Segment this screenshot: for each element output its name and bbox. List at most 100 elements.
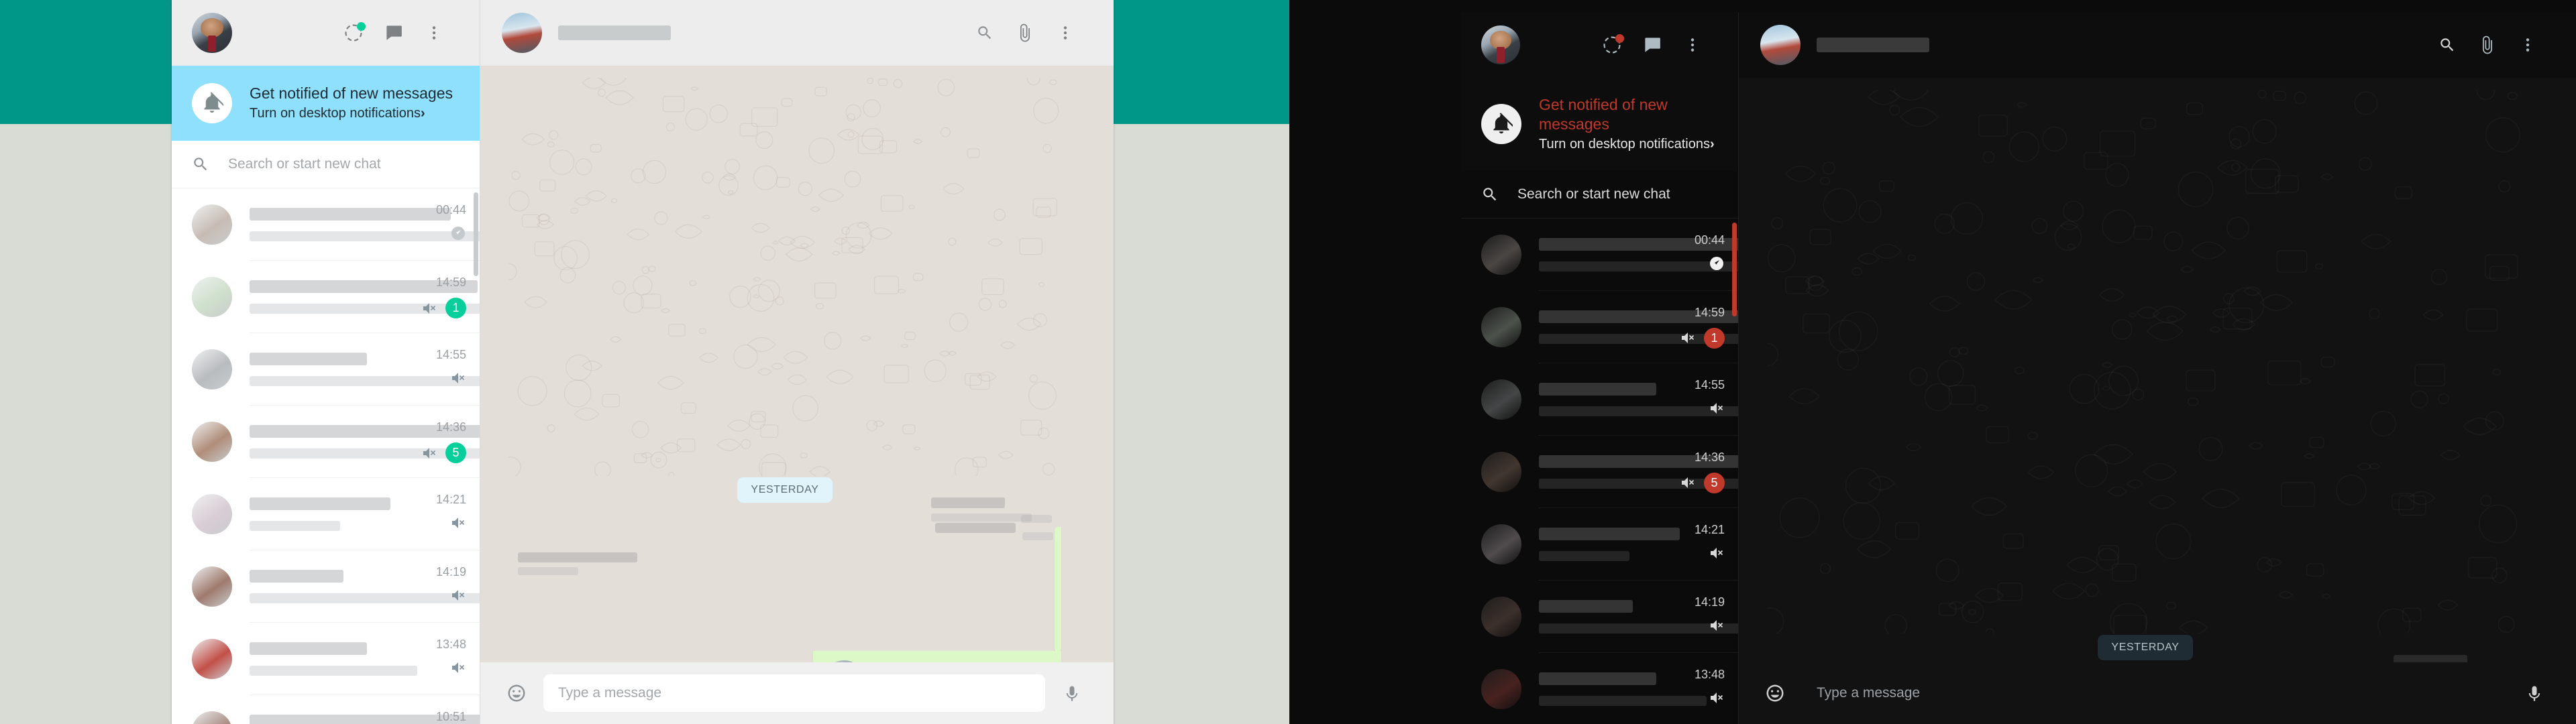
- avatar: [1481, 451, 1521, 492]
- chat-list[interactable]: 00:4414:59114:5514:36514:2114:1913:4810:…: [1461, 218, 1738, 724]
- app-body-light: Get notified of new messages Turn on des…: [172, 0, 1114, 724]
- mute-icon: [423, 447, 436, 459]
- chat-list-item[interactable]: 14:55: [1461, 363, 1738, 436]
- search-icon: [194, 158, 207, 171]
- attach-icon[interactable]: [1005, 13, 1045, 53]
- chat-list-item[interactable]: 14:59 1: [172, 261, 480, 333]
- attach-icon[interactable]: [2467, 25, 2508, 65]
- mute-icon: [1682, 477, 1695, 488]
- mute-icon: [1682, 333, 1695, 343]
- chat-list-item[interactable]: 14:19: [172, 550, 480, 623]
- search-icon[interactable]: [965, 13, 1005, 53]
- chat-list-item[interactable]: 14:59 1: [1461, 291, 1738, 363]
- chat-item-meta: 13:48: [1652, 653, 1738, 706]
- status-icon[interactable]: [1592, 25, 1632, 65]
- avatar: [192, 566, 232, 607]
- notification-banner[interactable]: Get notified of new messages Turn on des…: [1461, 78, 1738, 171]
- chat-item-meta: 13:48: [394, 623, 480, 676]
- chat-item-preview: [1539, 599, 1738, 634]
- chat-list[interactable]: 00:44 14:59114:5514:365 14:21 14:19 13:48 10:…: [172, 188, 480, 724]
- redacted-text: [931, 497, 1005, 508]
- chat-item-timestamp: 14:21: [435, 493, 466, 506]
- avatar[interactable]: [192, 13, 232, 53]
- chat-list-item[interactable]: 14:21: [172, 478, 480, 550]
- contact-avatar[interactable]: [1760, 25, 1801, 65]
- avatar: [1481, 668, 1521, 709]
- avatar: [192, 639, 232, 679]
- search-bar[interactable]: Search or start new chat: [1461, 170, 1738, 219]
- contact-avatar[interactable]: [502, 13, 542, 53]
- notification-text: Get notified of new messages Turn on des…: [250, 84, 453, 123]
- chat-item-meta: 14:36 5: [394, 406, 480, 463]
- new-chat-icon[interactable]: [374, 13, 414, 53]
- chat-list-item[interactable]: 00:44: [172, 188, 480, 261]
- chat-list-item[interactable]: 14:36 5: [1461, 436, 1738, 508]
- avatar: [1481, 234, 1521, 275]
- conversation-header: [480, 0, 1114, 66]
- chat-list-item[interactable]: 13:48: [1461, 653, 1738, 724]
- chat-item-badges: 5: [1680, 472, 1725, 493]
- menu-icon[interactable]: [414, 13, 454, 53]
- notification-title: Get notified of new messages: [250, 84, 453, 103]
- voice-message-bubble[interactable]: 0:0516:38: [813, 650, 1061, 662]
- search-bar[interactable]: Search or start new chat: [172, 141, 480, 188]
- chat-item-preview: [250, 642, 417, 676]
- avatar[interactable]: [1481, 25, 1520, 64]
- menu-icon[interactable]: [1045, 13, 1085, 53]
- chat-list-item[interactable]: 00:44: [1461, 219, 1738, 291]
- mic-icon[interactable]: [2516, 684, 2553, 703]
- chat-item-timestamp: 14:19: [1694, 595, 1725, 609]
- message-list[interactable]: YESTERDAY0:0516:38Lorem ipsum dolor sit …: [1739, 78, 2576, 662]
- search-input[interactable]: Search or start new chat: [228, 156, 381, 172]
- status-icon[interactable]: [333, 13, 374, 53]
- chat-item-badges: 1: [421, 298, 466, 318]
- redacted-text: [2394, 654, 2467, 662]
- search-icon[interactable]: [2427, 25, 2467, 65]
- chat-list-item[interactable]: 10:51: [172, 695, 480, 724]
- conversation-panel: YESTERDAY0:0516:38Lorem ipsum dolor sit …: [480, 0, 1114, 724]
- chat-list-item[interactable]: 13:48: [172, 623, 480, 695]
- new-chat-icon[interactable]: [1632, 25, 1672, 65]
- avatar: [1481, 379, 1521, 420]
- unread-badge: 1: [1704, 327, 1725, 349]
- avatar: [1481, 524, 1521, 564]
- app-body-dark: Get notified of new messages Turn on des…: [1461, 12, 2576, 724]
- notification-banner[interactable]: Get notified of new messages Turn on des…: [172, 66, 480, 141]
- conversation-header: [1739, 12, 2576, 78]
- emoji-icon[interactable]: [498, 683, 535, 703]
- sidebar-toolbar: [1461, 12, 1738, 78]
- chat-list-item[interactable]: 14:21: [1461, 508, 1738, 581]
- chat-list-item[interactable]: 14:55: [172, 333, 480, 406]
- chat-item-meta: 14:59 1: [1652, 291, 1738, 349]
- menu-icon[interactable]: [1672, 25, 1713, 65]
- video-message-bubble[interactable]: [1055, 526, 1061, 652]
- search-icon: [1483, 187, 1497, 200]
- date-divider: YESTERDAY: [737, 477, 833, 503]
- message-list[interactable]: YESTERDAY0:0516:38Lorem ipsum dolor sit …: [480, 66, 1114, 662]
- chat-item-timestamp: 13:48: [1694, 667, 1725, 681]
- chat-list-item[interactable]: 14:36 5: [172, 406, 480, 478]
- message-input[interactable]: Type a message: [1802, 674, 2508, 712]
- message-input[interactable]: Type a message: [543, 674, 1045, 712]
- chat-item-preview: [250, 715, 480, 724]
- mute-icon: [1711, 692, 1723, 703]
- menu-icon[interactable]: [2508, 25, 2548, 65]
- chat-list-item[interactable]: 14:19: [1461, 581, 1738, 653]
- chat-item-preview: [1539, 672, 1707, 706]
- emoji-icon[interactable]: [1756, 683, 1794, 703]
- chat-item-meta: 10:51: [394, 695, 480, 724]
- chat-item-meta: 00:44: [394, 188, 480, 241]
- search-input[interactable]: Search or start new chat: [1517, 186, 1670, 202]
- chat-item-badges: [1709, 690, 1725, 706]
- mute-icon: [423, 302, 436, 314]
- chat-item-timestamp: 14:36: [1694, 450, 1725, 464]
- chat-list-scrollbar[interactable]: [1732, 222, 1737, 316]
- chat-item-meta: 14:36 5: [1652, 436, 1738, 493]
- chat-list-scrollbar[interactable]: [474, 192, 478, 276]
- notification-subtitle-text: Turn on desktop notifications: [1539, 136, 1710, 152]
- notification-text: Get notified of new messages Turn on des…: [1539, 95, 1718, 154]
- chat-item-meta: 14:19: [394, 550, 480, 603]
- chat-item-timestamp: 10:51: [435, 710, 466, 723]
- mic-icon[interactable]: [1053, 684, 1091, 703]
- redacted-text: [518, 566, 578, 575]
